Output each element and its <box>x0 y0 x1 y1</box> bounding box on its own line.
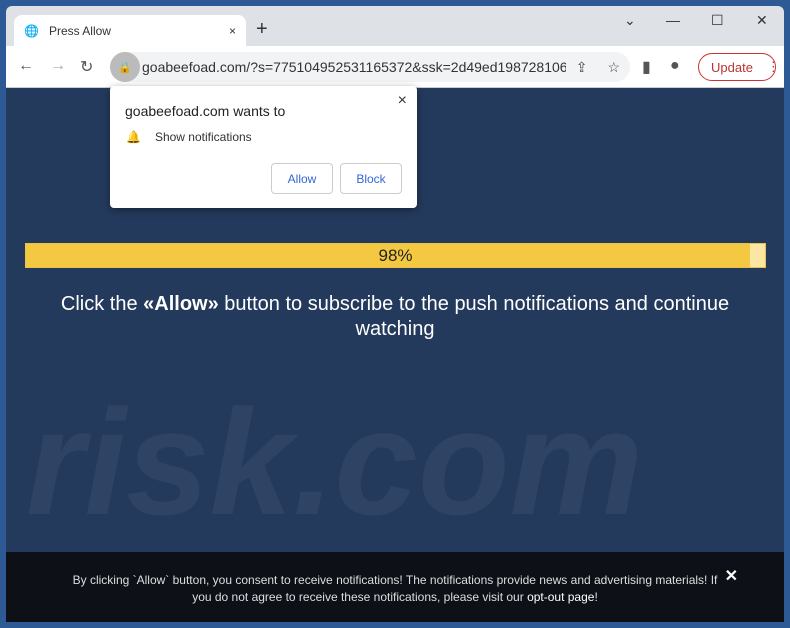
tab-close-icon[interactable]: × <box>229 24 236 38</box>
update-label: Update <box>711 59 753 75</box>
instruction-message: Click the «Allow» button to subscribe to… <box>36 292 754 342</box>
profile-icon[interactable]: ● <box>670 57 680 75</box>
tab-press-allow[interactable]: 🌐 Press Allow × <box>14 15 246 46</box>
msg-bold: «Allow» <box>143 293 219 315</box>
star-icon[interactable]: ☆ <box>607 59 620 76</box>
side-panel-icon[interactable]: ▮ <box>642 57 651 77</box>
allow-button[interactable]: Allow <box>271 163 333 194</box>
minimize-button[interactable]: — <box>666 12 680 28</box>
toolbar: ← → ↻ 🔒 goabeefoad.com/?s=77510495253116… <box>6 46 784 88</box>
close-window-button[interactable]: ✕ <box>756 12 768 29</box>
globe-icon: 🌐 <box>24 23 39 38</box>
back-button[interactable]: ← <box>18 57 34 75</box>
permission-label: Show notifications <box>154 130 252 144</box>
lock-icon[interactable]: 🔒 <box>110 52 140 82</box>
footer-end: ! <box>594 590 598 604</box>
notification-permission-popup: goabeefoad.com wants to × 🔔 Show notifica… <box>110 86 417 208</box>
tab-search-icon[interactable]: ⌄ <box>624 12 636 29</box>
opt-out-link[interactable]: opt-out page <box>527 590 594 604</box>
msg-before: Click the <box>60 293 144 315</box>
forward-button[interactable]: → <box>50 57 66 75</box>
watermark: risk.com <box>26 378 643 546</box>
consent-footer: By clicking `Allow` button, you consent … <box>6 552 784 622</box>
footer-text: By clicking `Allow` button, you consent … <box>72 573 718 604</box>
url-text[interactable]: goabeefoad.com/?s=775104952531165372&ssk… <box>142 59 566 75</box>
msg-after: button to subscribe to the push notifica… <box>218 293 730 340</box>
footer-close-icon[interactable]: ✕ <box>725 568 738 585</box>
tab-bar: 🌐 Press Allow × + ⌄ — ☐ ✕ <box>6 6 784 46</box>
new-tab-button[interactable]: + <box>256 18 268 41</box>
progress-bar: 98% <box>25 243 766 268</box>
block-button[interactable]: Block <box>340 163 402 194</box>
reload-button[interactable]: ↻ <box>80 57 93 77</box>
browser-window: 🌐 Press Allow × + ⌄ — ☐ ✕ ← → ↻ 🔒 goabee… <box>6 6 784 622</box>
share-icon[interactable]: ⇪ <box>576 59 588 76</box>
progress-label: 98% <box>378 246 413 265</box>
tab-title: Press Allow <box>48 23 111 38</box>
popup-title: goabeefoad.com wants to <box>125 103 286 119</box>
popup-close-icon[interactable]: × <box>398 92 407 110</box>
maximize-button[interactable]: ☐ <box>711 12 724 29</box>
address-bar[interactable]: 🔒 goabeefoad.com/?s=775104952531165372&s… <box>110 52 630 82</box>
menu-icon: ⋮ <box>766 59 780 74</box>
update-button[interactable]: Update ⋮ <box>698 53 780 81</box>
bell-icon: 🔔 <box>126 130 141 144</box>
